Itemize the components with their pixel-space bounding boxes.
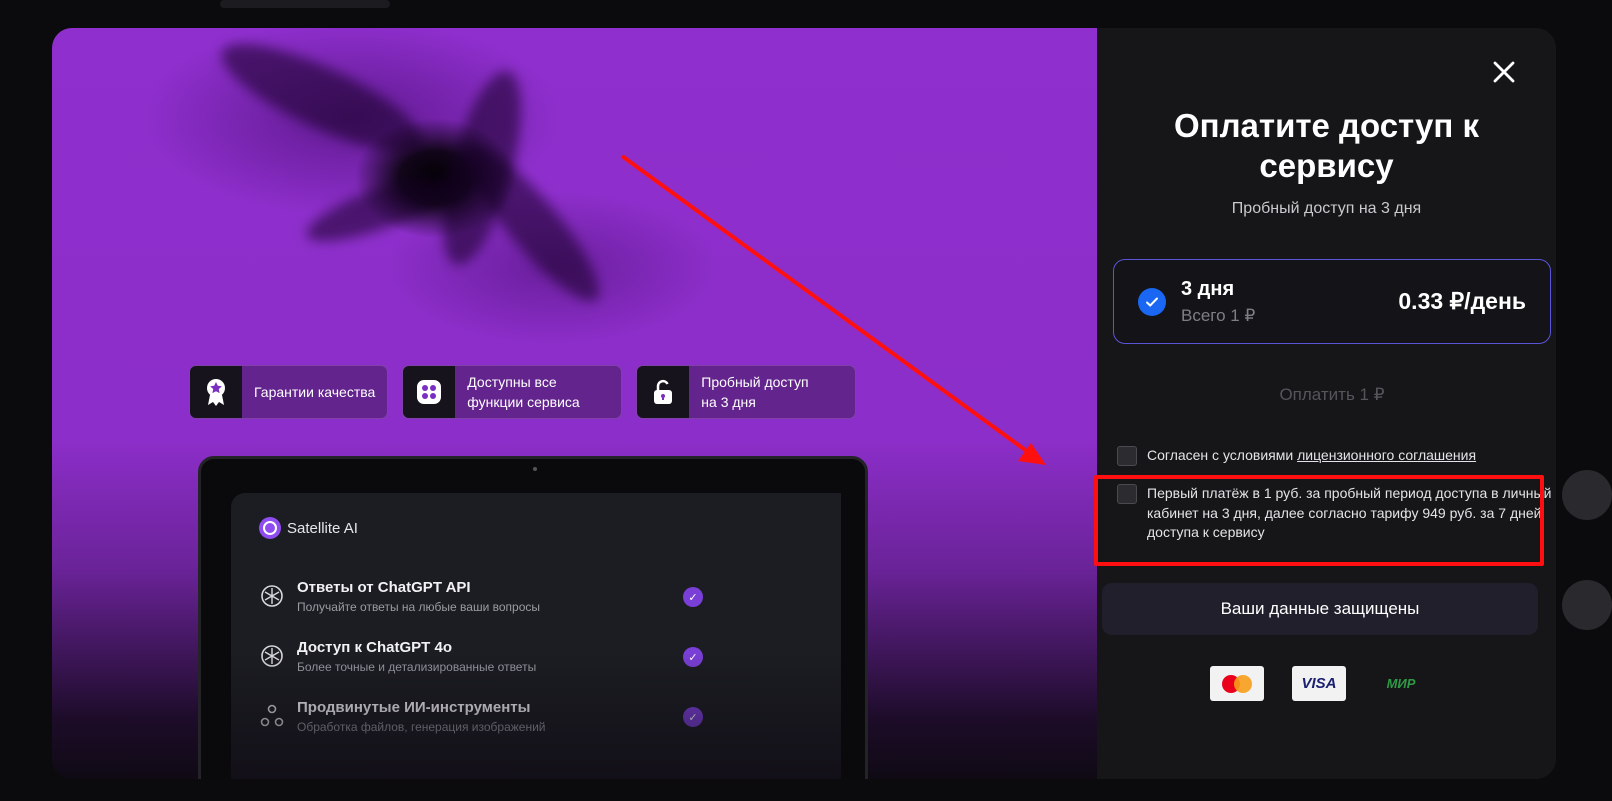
payment-methods: VISA МИР	[1210, 666, 1428, 701]
terms-text: Первый платёж в 1 руб. за пробный период…	[1147, 485, 1552, 540]
backdrop-avatar	[1562, 580, 1612, 630]
feature-label: Гарантии качества	[254, 384, 376, 400]
feature-trial: Пробный доступ на 3 дня	[636, 365, 857, 419]
payment-panel: Оплатите доступ к сервису Пробный доступ…	[1094, 28, 1556, 779]
plan-name: 3 дня	[1181, 277, 1235, 300]
page-title: Оплатите доступ к сервису	[1173, 107, 1480, 184]
page-subtitle: Пробный доступ на 3 дня	[1231, 200, 1422, 217]
check-icon: ✓	[683, 587, 703, 607]
license-text: Согласен с условиями	[1147, 447, 1298, 463]
payment-modal: Гарантии качества Доступны все функции с…	[52, 28, 1556, 779]
list-item: Продвинутые ИИ-инструменты Обработка фай…	[259, 699, 813, 759]
terms-checkbox[interactable]	[1117, 484, 1137, 504]
license-checkbox[interactable]	[1117, 446, 1137, 466]
plan-option-3-days[interactable]: 3 дня Всего 1 ₽ 0.33 ₽/день	[1113, 259, 1551, 344]
laptop-camera	[533, 467, 537, 471]
service-subtitle: Более точные и детализированные ответы	[297, 660, 537, 674]
tools-icon	[260, 704, 284, 727]
license-link[interactable]: лицензионного соглашения	[1297, 447, 1476, 463]
pay-button[interactable]: Оплатить 1 ₽	[1113, 371, 1551, 419]
chatgpt-icon	[261, 585, 283, 607]
mastercard-logo	[1210, 666, 1264, 701]
app-brand-name: Satellite AI	[287, 519, 358, 537]
feature-label: Пробный доступ на 3 дня	[701, 374, 809, 410]
mastercard-icon	[1222, 674, 1252, 693]
backdrop-avatar	[1562, 470, 1612, 520]
plan-total: Всего 1 ₽	[1181, 305, 1256, 325]
satellite-logo-icon	[259, 517, 281, 539]
promo-panel: Гарантии качества Доступны все функции с…	[52, 28, 1097, 779]
feature-all-functions: Доступны все функции сервиса	[402, 365, 623, 419]
service-title: Ответы от ChatGPT API	[297, 579, 471, 596]
feature-quality: Гарантии качества	[189, 365, 389, 419]
mir-logo: МИР	[1386, 676, 1416, 691]
feature-label: Доступны все функции сервиса	[467, 374, 580, 410]
laptop-mockup: Satellite AI Ответы от ChatGPT API Получ…	[198, 456, 868, 779]
secure-data-banner: Ваши данные защищены	[1102, 583, 1538, 635]
unlock-icon	[637, 366, 690, 418]
app-brand: Satellite AI	[259, 517, 813, 539]
service-subtitle: Обработка файлов, генерация изображений	[297, 720, 546, 734]
check-icon: ✓	[683, 647, 703, 667]
list-item: Доступ к ChatGPT 4o Более точные и детал…	[259, 639, 813, 699]
license-agreement-row: Согласен с условиями лицензионного согла…	[1117, 446, 1556, 466]
radio-checked-icon	[1138, 287, 1166, 316]
feature-badges: Гарантии качества Доступны все функции с…	[189, 365, 857, 419]
visa-logo: VISA	[1292, 666, 1346, 701]
service-title: Доступ к ChatGPT 4o	[297, 639, 452, 656]
close-icon	[1493, 61, 1515, 83]
service-subtitle: Получайте ответы на любые ваши вопросы	[297, 600, 541, 614]
backdrop-bar	[220, 0, 390, 8]
check-icon: ✓	[683, 707, 703, 727]
plan-price: 0.33 ₽/день	[1398, 288, 1526, 314]
close-button[interactable]	[1490, 58, 1518, 86]
chatgpt-icon	[261, 645, 283, 667]
service-title: Продвинутые ИИ-инструменты	[297, 699, 531, 716]
service-list: Ответы от ChatGPT API Получайте ответы н…	[259, 579, 813, 759]
terms-agreement-row: Первый платёж в 1 руб. за пробный период…	[1117, 484, 1556, 543]
list-item: Ответы от ChatGPT API Получайте ответы н…	[259, 579, 813, 639]
award-badge-icon	[190, 366, 242, 418]
grid-functions-icon	[403, 366, 456, 418]
app-preview-screen: Satellite AI Ответы от ChatGPT API Получ…	[231, 493, 841, 779]
